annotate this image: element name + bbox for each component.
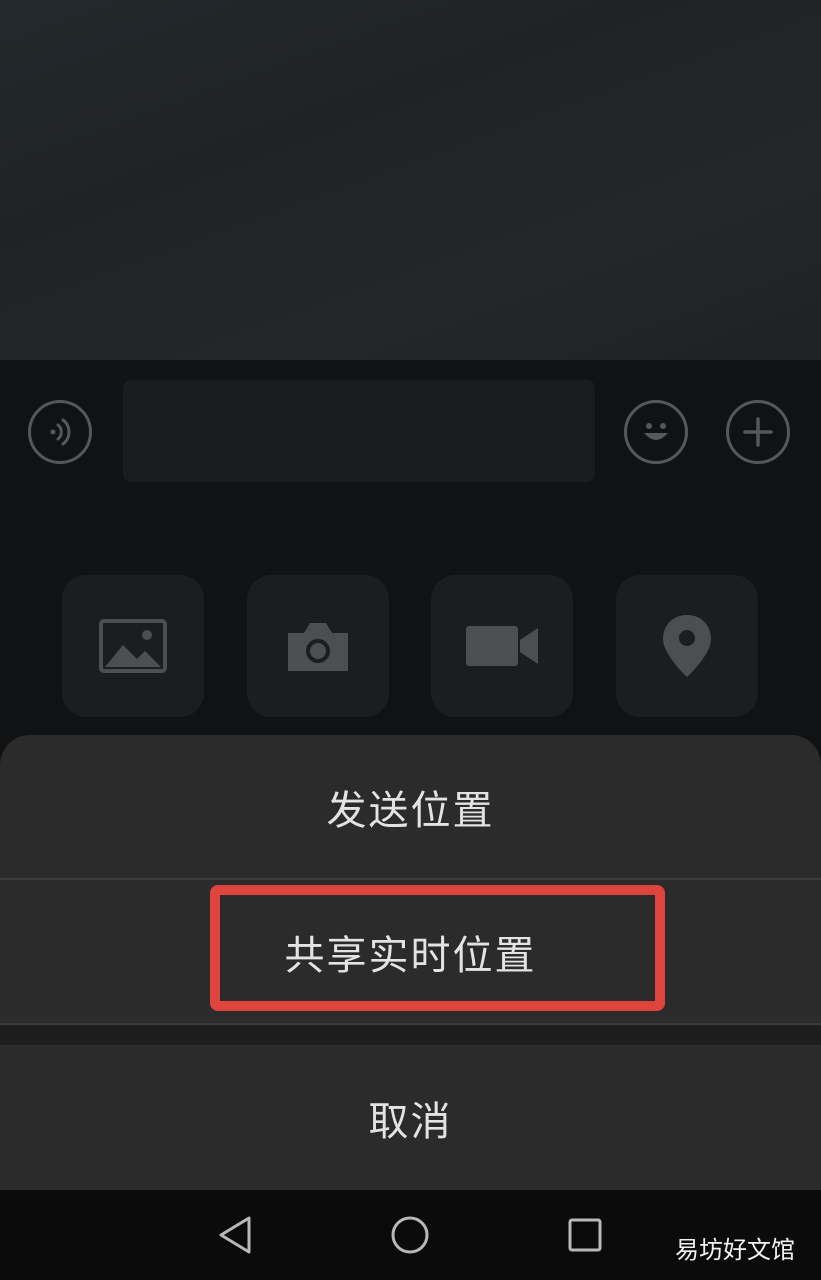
location-action-sheet: 发送位置 共享实时位置 取消 [0,735,821,1190]
nav-recent-button[interactable] [557,1210,613,1260]
voice-wave-icon [50,418,71,446]
location-button[interactable] [616,575,758,717]
recent-square-icon [568,1218,602,1252]
emoji-button[interactable] [624,400,688,464]
camera-button[interactable] [247,575,389,717]
attachment-grid [0,575,821,725]
cancel-option[interactable]: 取消 [0,1045,821,1190]
highlight-box [210,885,665,1011]
section-gap [0,1025,821,1045]
nav-home-button[interactable] [382,1210,438,1260]
plus-icon [743,417,773,447]
camera-icon [288,623,348,671]
input-bar [0,360,821,510]
album-button[interactable] [62,575,204,717]
message-input[interactable] [123,380,595,482]
smiley-icon [644,423,668,440]
voice-button[interactable] [28,400,92,464]
home-circle-icon [391,1216,429,1254]
back-triangle-icon [219,1216,251,1254]
send-location-option[interactable]: 发送位置 [0,735,821,878]
video-icon [466,626,538,666]
location-pin-icon [663,615,711,677]
image-icon [99,619,167,673]
chat-background [0,0,821,360]
nav-back-button[interactable] [207,1210,263,1260]
watermark: 易坊好文馆 [675,1236,795,1264]
more-button[interactable] [726,400,790,464]
video-call-button[interactable] [431,575,573,717]
